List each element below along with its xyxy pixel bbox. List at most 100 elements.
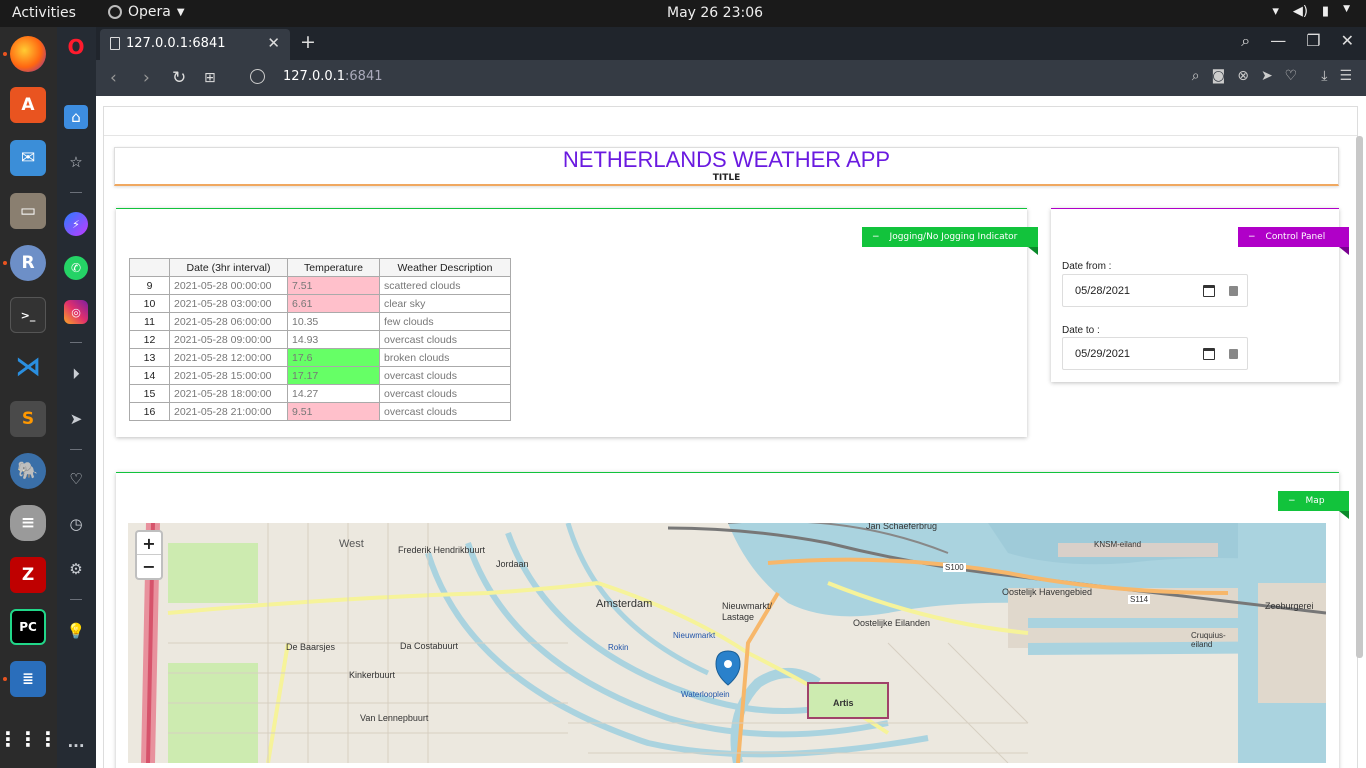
close-window-icon[interactable]: ✕ <box>1341 31 1354 51</box>
download-icon[interactable]: ⤓ <box>1321 68 1327 84</box>
zoom-control: + − <box>135 530 163 580</box>
close-tab-icon[interactable]: ✕ <box>267 34 280 52</box>
opera-logo-icon[interactable]: O <box>64 35 88 59</box>
system-tray[interactable]: ▾ ◀) ▮ ▼ <box>1272 4 1350 19</box>
messenger-icon[interactable]: ⚡ <box>64 212 88 236</box>
control-panel-ribbon[interactable]: − Control Panel <box>1238 227 1349 255</box>
map-label-zeeburgereiland: Zeeburgerei <box>1265 601 1314 611</box>
table-row: 15 2021-05-28 18:00:00 14.27 overcast cloud… <box>129 384 511 403</box>
jogging-ribbon[interactable]: − Jogging/No Jogging Indicator <box>862 227 1038 255</box>
send-icon[interactable]: ➤ <box>64 407 88 431</box>
table-row: 14 2021-05-28 15:00:00 17.17 overcast cloud… <box>129 366 511 385</box>
battery-icon: ▮ <box>1321 4 1330 19</box>
r-icon[interactable]: R <box>10 245 46 281</box>
instagram-icon[interactable]: ◎ <box>64 300 88 324</box>
easy-setup-icon[interactable]: ☰ <box>1339 68 1352 84</box>
activities-button[interactable]: Activities <box>12 5 76 21</box>
mail-icon[interactable]: ✉ <box>10 140 46 176</box>
whatsapp-icon[interactable]: ✆ <box>64 256 88 280</box>
browser-tab[interactable]: 127.0.0.1:6841 ✕ <box>100 29 290 60</box>
heart-icon[interactable]: ♡ <box>64 467 88 491</box>
row-description: overcast clouds <box>379 384 511 403</box>
show-apps-icon[interactable]: ⋮⋮⋮ <box>0 721 58 757</box>
calendar-icon[interactable] <box>1203 285 1215 297</box>
bookmarks-star-icon[interactable]: ☆ <box>64 150 88 174</box>
heart-icon[interactable]: ♡ <box>1285 68 1298 84</box>
pycharm-icon[interactable]: PC <box>10 609 46 645</box>
history-icon[interactable]: ◷ <box>64 512 88 536</box>
document-icon <box>110 37 120 50</box>
camera-icon[interactable]: ◙ <box>1212 68 1226 84</box>
map-label-s114: S114 <box>1128 595 1151 604</box>
opera-app-icon <box>108 5 122 19</box>
software-center-icon[interactable]: A <box>10 87 46 123</box>
firefox-icon[interactable] <box>10 36 46 72</box>
row-description: few clouds <box>379 312 511 331</box>
tab-strip: 127.0.0.1:6841 ✕ + ⌕ — ❐ ✕ <box>96 27 1366 60</box>
forward-icon[interactable]: › <box>143 68 150 88</box>
text-editor-icon[interactable]: ≣ <box>10 661 46 697</box>
map-label-rokin: Rokin <box>608 643 629 652</box>
row-description: overcast clouds <box>379 366 511 385</box>
control-panel-card: − Control Panel Date from : 05/28/2021 D… <box>1051 208 1349 382</box>
ribbon-fold <box>1339 511 1349 519</box>
vscode-icon[interactable]: ⋊ <box>10 349 46 385</box>
settings-icon[interactable]: ⚙ <box>64 557 88 581</box>
calendar-icon[interactable] <box>1203 348 1215 360</box>
postgres-icon[interactable]: 🐘 <box>10 453 46 489</box>
date-from-input[interactable]: 05/28/2021 <box>1062 274 1248 307</box>
map-label-cruquius: Cruquius-eiland <box>1191 631 1226 649</box>
player-icon[interactable]: ⏵ <box>64 362 88 386</box>
filezilla-icon[interactable]: Z <box>10 557 46 593</box>
new-tab-icon[interactable]: + <box>300 31 316 53</box>
row-index: 13 <box>129 348 170 367</box>
more-icon[interactable]: ··· <box>64 734 88 758</box>
date-to-input[interactable]: 05/29/2021 <box>1062 337 1248 370</box>
app-menu[interactable]: Opera ▼ <box>108 4 185 20</box>
opera-sidebar: O ⌂ ☆ ⚡ ✆ ◎ ⏵ ➤ ♡ ◷ ⚙ 💡 ··· <box>57 27 96 768</box>
page-scrollbar[interactable] <box>1356 136 1363 658</box>
reload-icon[interactable]: ↻ <box>172 68 186 88</box>
url-field[interactable]: 127.0.0.1:6841 <box>283 69 383 84</box>
date-to-label: Date to : <box>1062 325 1100 336</box>
map-ribbon-label: Map <box>1305 496 1325 506</box>
map-label-oostelijke: Oostelijke Eilanden <box>853 618 931 628</box>
running-indicator <box>3 52 7 56</box>
back-icon[interactable]: ‹ <box>110 68 117 88</box>
tab-grid-icon[interactable]: ⊞ <box>204 70 216 86</box>
map-view[interactable]: + − West Frederik Hendrikbuurt Jordaan A… <box>128 523 1326 763</box>
row-description: broken clouds <box>379 348 511 367</box>
zoom-in-button[interactable]: + <box>137 532 161 555</box>
terminal-icon[interactable]: >_ <box>10 297 46 333</box>
adblock-icon[interactable]: ⊗ <box>1237 68 1249 84</box>
row-date: 2021-05-28 06:00:00 <box>169 312 288 331</box>
ubuntu-dock: A ✉ ▭ R >_ ⋊ S 🐘 ≡ Z PC ≣ ⋮⋮⋮ <box>0 27 58 768</box>
row-date: 2021-05-28 21:00:00 <box>169 402 288 421</box>
map-label-artis: Artis <box>833 698 854 708</box>
clock[interactable]: May 26 23:06 <box>667 5 763 21</box>
row-temperature: 17.6 <box>287 348 380 367</box>
sublime-icon[interactable]: S <box>10 401 46 437</box>
maximize-icon[interactable]: ❐ <box>1306 31 1320 51</box>
row-temperature: 14.93 <box>287 330 380 349</box>
running-indicator <box>3 677 7 681</box>
map-label-jordaan: Jordaan <box>496 559 529 569</box>
home-icon[interactable]: ⌂ <box>64 105 88 129</box>
zoom-out-button[interactable]: − <box>137 555 161 578</box>
page-title: NETHERLANDS WEATHER APP <box>562 147 891 172</box>
map-label-amsterdam: Amsterdam <box>596 598 653 610</box>
minimize-icon[interactable]: — <box>1270 31 1286 51</box>
files-icon[interactable]: ▭ <box>10 193 46 229</box>
search-tabs-icon[interactable]: ⌕ <box>1241 31 1250 51</box>
database-icon[interactable]: ≡ <box>10 505 46 541</box>
row-date: 2021-05-28 00:00:00 <box>169 276 288 295</box>
sidebar-divider <box>70 449 82 450</box>
row-index: 12 <box>129 330 170 349</box>
map-ribbon[interactable]: − Map <box>1278 491 1349 519</box>
lightbulb-icon[interactable]: 💡 <box>64 619 88 643</box>
harbour-basin-1 <box>1028 618 1258 628</box>
row-temperature: 14.27 <box>287 384 380 403</box>
send-icon[interactable]: ➤ <box>1261 68 1273 84</box>
table-row: 10 2021-05-28 03:00:00 6.61 clear sky <box>129 294 511 313</box>
search-page-icon[interactable]: ⌕ <box>1192 68 1200 84</box>
